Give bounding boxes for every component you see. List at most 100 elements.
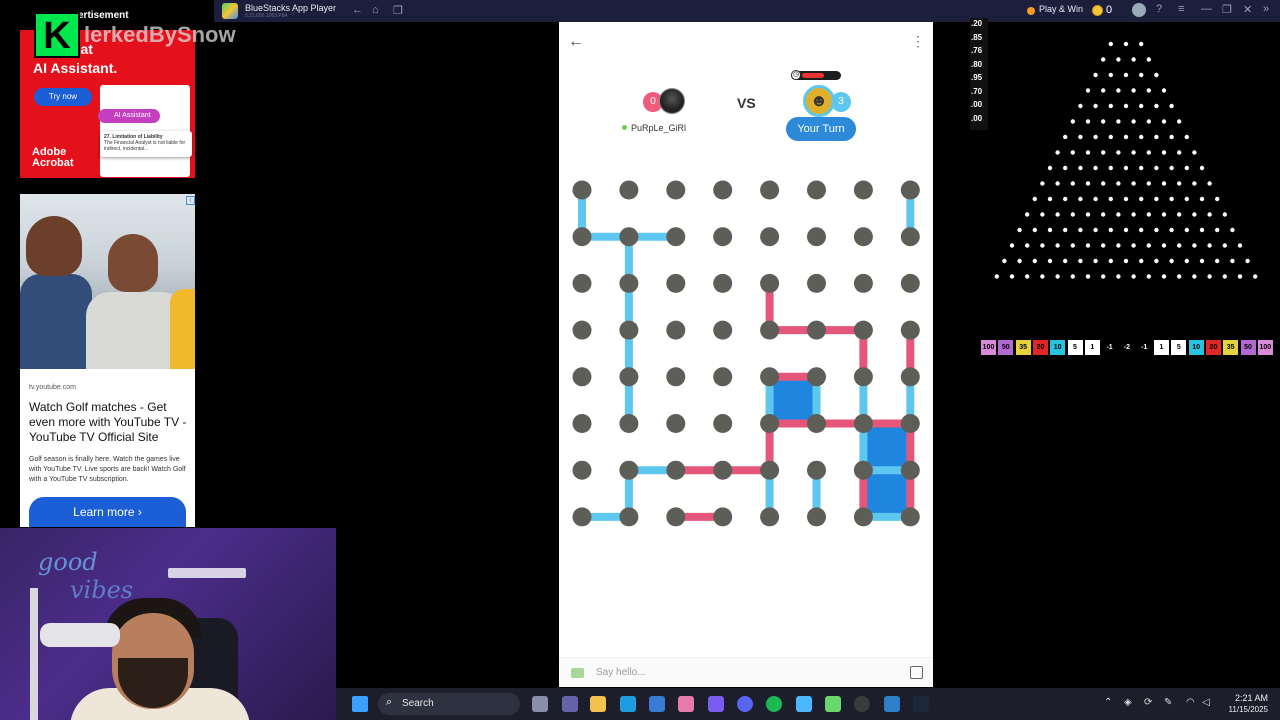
player2-score: 3 xyxy=(831,92,851,112)
game-screen: ← ⋮ 0 PuRpLe_GiRl VS ◷ ☻ 3 Your Turn Say… xyxy=(559,22,933,687)
help-icon[interactable]: ? xyxy=(1156,3,1162,15)
try-now-button[interactable]: Try now xyxy=(34,88,92,106)
plinko-peg xyxy=(1161,243,1167,248)
notepad-icon[interactable] xyxy=(796,696,812,712)
sticker-icon[interactable] xyxy=(910,666,923,679)
steam-icon[interactable] xyxy=(913,696,929,712)
photo-person1-head xyxy=(26,216,82,276)
tray-app-icon[interactable]: ◈ xyxy=(1124,697,1132,708)
task-view-icon[interactable] xyxy=(532,696,548,712)
bluestacks-icon[interactable] xyxy=(825,696,841,712)
plinko-peg xyxy=(1139,103,1144,109)
bluestacks-logo-icon xyxy=(222,3,238,19)
plinko-peg xyxy=(1116,57,1121,62)
board-dot xyxy=(853,273,873,293)
plinko-peg xyxy=(1199,258,1205,264)
board-dot xyxy=(760,273,780,293)
board-dot xyxy=(572,507,592,527)
photo-person3 xyxy=(170,289,195,369)
plinko-peg xyxy=(1055,274,1060,279)
board-dot xyxy=(807,227,826,247)
taskbar-search[interactable]: ⌕ Search xyxy=(378,693,520,715)
plinko-bucket: -2 xyxy=(1119,340,1135,355)
copilot-icon[interactable] xyxy=(708,696,724,712)
tray-sync-icon[interactable]: ⟳ xyxy=(1144,697,1152,708)
clock-time[interactable]: 2:21 AM xyxy=(1224,693,1268,703)
learn-more-button[interactable]: Learn more › xyxy=(29,497,186,527)
volume-icon[interactable]: ◁ xyxy=(1202,697,1210,708)
plinko-peg xyxy=(1131,212,1136,217)
plinko-peg xyxy=(1146,212,1151,217)
obs-icon[interactable] xyxy=(854,696,870,712)
plinko-peg xyxy=(1192,212,1197,217)
plinko-peg xyxy=(1070,150,1075,155)
board-dot xyxy=(572,320,592,340)
plinko-peg xyxy=(1078,196,1083,202)
discord-icon[interactable] xyxy=(737,696,753,712)
minimize-icon[interactable]: — xyxy=(1201,3,1212,15)
plinko-peg xyxy=(1032,258,1037,264)
board-dot xyxy=(572,460,592,480)
board-dot xyxy=(713,180,733,200)
ad-info-icon[interactable]: i xyxy=(186,196,195,205)
tray-chevron-icon[interactable]: ⌃ xyxy=(1104,697,1112,708)
board-dot xyxy=(572,273,592,293)
plinko-peg xyxy=(1161,88,1167,93)
app-version: 5.21.650.1063 P64 xyxy=(245,13,288,19)
plinko-peg xyxy=(1032,196,1037,202)
plinko-peg xyxy=(1123,227,1129,233)
profile-avatar-icon[interactable] xyxy=(1132,3,1146,17)
plinko-peg xyxy=(1139,227,1144,233)
multi-instance-icon[interactable]: ❐ xyxy=(393,4,403,17)
plinko-peg xyxy=(1177,181,1182,186)
youtube-tv-ad[interactable]: i tv.youtube.com Watch Golf matches - Ge… xyxy=(20,194,195,527)
board-dot xyxy=(900,180,920,200)
dots-and-boxes-board[interactable] xyxy=(559,172,933,572)
tray-pen-icon[interactable]: ✎ xyxy=(1164,697,1172,708)
menu-icon[interactable]: ≡ xyxy=(1178,3,1184,15)
photos-icon[interactable] xyxy=(678,696,694,712)
plinko-peg xyxy=(1131,274,1136,279)
plinko-peg xyxy=(1230,258,1235,264)
back-arrow-icon[interactable]: ← xyxy=(568,33,584,51)
webcam-overlay: good vibes xyxy=(0,528,336,720)
plinko-board xyxy=(994,41,1258,279)
clock-date[interactable]: 11/15/2025 xyxy=(1212,705,1268,714)
edge-icon[interactable] xyxy=(620,696,636,712)
board-dot xyxy=(713,227,733,247)
plinko-peg xyxy=(1063,258,1068,264)
more-options-icon[interactable]: ⋮ xyxy=(911,33,925,50)
plinko-peg xyxy=(1093,227,1098,233)
plinko-peg xyxy=(1055,150,1060,155)
board-dot xyxy=(900,227,920,247)
play-win-icon[interactable] xyxy=(1027,7,1035,15)
close-icon[interactable]: ✕ xyxy=(1243,3,1252,16)
play-win-label[interactable]: Play & Win xyxy=(1039,4,1083,14)
plinko-peg xyxy=(1093,103,1098,109)
home-icon[interactable]: ⌂ xyxy=(372,4,379,16)
chat-bar[interactable]: Say hello... xyxy=(559,657,933,687)
plinko-peg xyxy=(1123,258,1129,264)
windows-start-icon[interactable] xyxy=(352,696,368,712)
sidebar-toggle-icon[interactable]: » xyxy=(1263,3,1269,15)
plinko-peg xyxy=(1131,57,1136,62)
wifi-icon[interactable]: ◠ xyxy=(1186,697,1195,708)
plinko-peg xyxy=(1009,274,1015,279)
ad-headline[interactable]: Watch Golf matches - Get even more with … xyxy=(29,400,189,445)
plinko-peg xyxy=(1101,212,1106,217)
store-icon[interactable] xyxy=(649,696,665,712)
plinko-peg xyxy=(1192,243,1197,248)
spotify-icon[interactable] xyxy=(766,696,782,712)
chat-icon[interactable] xyxy=(571,668,584,678)
chat-input[interactable]: Say hello... xyxy=(596,667,645,678)
plinko-peg xyxy=(1215,258,1220,264)
file-explorer-icon[interactable] xyxy=(590,696,606,712)
plinko-peg xyxy=(1222,212,1227,217)
screen-capture-icon[interactable] xyxy=(884,696,900,712)
back-arrow-icon[interactable]: ← xyxy=(352,4,363,16)
plinko-peg xyxy=(1055,181,1060,186)
plinko-peg xyxy=(1139,196,1144,202)
player1-name: PuRpLe_GiRl xyxy=(631,123,687,133)
teams-icon[interactable] xyxy=(562,696,578,712)
restore-icon[interactable]: ❐ xyxy=(1222,3,1232,16)
